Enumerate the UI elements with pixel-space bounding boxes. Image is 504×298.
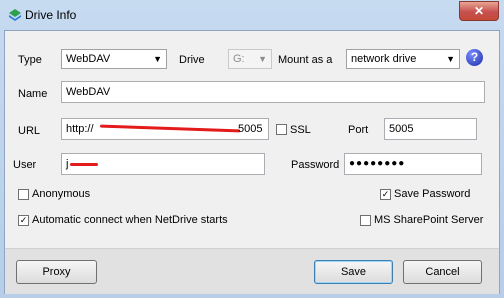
port-field[interactable]: 5005 xyxy=(384,118,477,140)
type-select[interactable]: WebDAV ▼ xyxy=(61,49,167,69)
name-field-value: WebDAV xyxy=(66,86,111,98)
drive-label: Drive xyxy=(179,54,205,66)
ssl-checkbox[interactable] xyxy=(276,124,287,135)
type-label: Type xyxy=(18,54,42,66)
mount-as-select[interactable]: network drive ▼ xyxy=(346,49,460,69)
window-title: Drive Info xyxy=(25,8,77,22)
ssl-label: SSL xyxy=(290,124,311,136)
save-password-label: Save Password xyxy=(394,188,471,200)
sharepoint-label: MS SharePoint Server xyxy=(374,214,484,226)
chevron-down-icon: ▼ xyxy=(446,54,455,64)
name-label: Name xyxy=(18,88,48,100)
close-window-button[interactable]: ✕ xyxy=(459,1,499,21)
name-field[interactable]: WebDAV xyxy=(61,81,485,103)
user-field[interactable]: j xyxy=(61,153,265,175)
password-field[interactable]: ●●●●●●●● xyxy=(344,153,482,175)
user-field-value: j xyxy=(66,158,69,170)
anonymous-label: Anonymous xyxy=(32,188,91,200)
save-password-checkbox[interactable]: ✓ xyxy=(380,189,391,200)
drive-select[interactable]: G: ▼ xyxy=(228,49,272,69)
user-label: User xyxy=(13,159,37,171)
url-label: URL xyxy=(18,125,41,137)
url-field[interactable]: http:// 5005 xyxy=(61,118,269,140)
help-icon-glyph: ? xyxy=(470,50,479,64)
dialog-footer: Proxy Save Cancel xyxy=(5,248,499,294)
drive-info-window: Drive Info ✕ Type WebDAV ▼ Drive G: ▼ Mo… xyxy=(0,0,504,298)
port-label: Port xyxy=(348,124,369,136)
checkmark-icon: ✓ xyxy=(381,189,390,199)
mount-as-select-value: network drive xyxy=(351,53,417,65)
checkmark-icon: ✓ xyxy=(19,215,28,225)
help-icon[interactable]: ? xyxy=(466,49,483,66)
sharepoint-checkbox[interactable] xyxy=(360,215,371,226)
anonymous-checkbox[interactable] xyxy=(18,189,29,200)
auto-connect-label: Automatic connect when NetDrive starts xyxy=(32,214,228,226)
password-label: Password xyxy=(291,159,340,171)
proxy-button[interactable]: Proxy xyxy=(16,260,97,284)
port-field-value: 5005 xyxy=(389,123,414,135)
redaction-mark xyxy=(99,124,241,133)
chevron-down-icon: ▼ xyxy=(258,54,267,64)
close-icon: ✕ xyxy=(473,4,485,18)
mount-as-label: Mount as a xyxy=(278,54,333,66)
url-field-value-start: http:// xyxy=(66,123,94,135)
redaction-mark xyxy=(70,163,98,166)
cancel-button[interactable]: Cancel xyxy=(403,260,482,284)
chevron-down-icon: ▼ xyxy=(153,54,162,64)
type-select-value: WebDAV xyxy=(66,53,111,65)
drive-select-value: G: xyxy=(233,53,245,65)
password-field-value: ●●●●●●●● xyxy=(349,158,406,169)
auto-connect-checkbox[interactable]: ✓ xyxy=(18,215,29,226)
title-bar[interactable]: Drive Info ✕ xyxy=(0,0,504,30)
url-field-value-end: 5005 xyxy=(238,123,263,135)
save-button[interactable]: Save xyxy=(314,260,393,284)
netdrive-app-icon xyxy=(9,9,21,21)
dialog-body: Type WebDAV ▼ Drive G: ▼ Mount as a netw… xyxy=(4,30,500,294)
